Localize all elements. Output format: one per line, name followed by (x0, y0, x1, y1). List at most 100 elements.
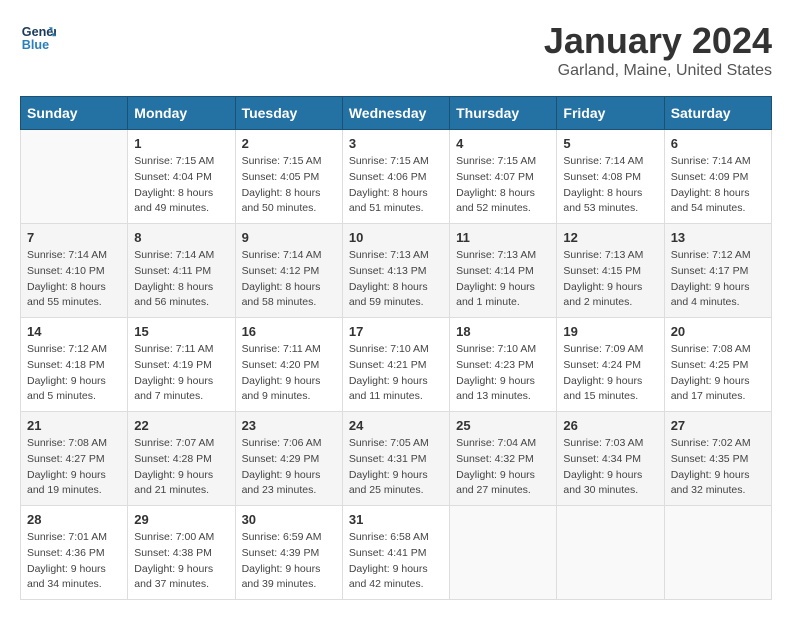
day-info: Sunrise: 7:10 AMSunset: 4:21 PMDaylight:… (349, 342, 443, 405)
week-row-2: 7 Sunrise: 7:14 AMSunset: 4:10 PMDaylight… (21, 224, 772, 318)
col-friday: Friday (557, 97, 664, 130)
day-cell: 23 Sunrise: 7:06 AMSunset: 4:29 PMDayligh… (235, 412, 342, 506)
day-cell: 24Sunrise: 7:05 AMSunset: 4:31 PMDayligh… (342, 412, 449, 506)
day-number: 9 (242, 230, 336, 245)
title-section: January 2024 Garland, Maine, United Stat… (544, 20, 772, 80)
day-cell: 28 Sunrise: 7:01 AMSunset: 4:36 PMDayligh… (21, 506, 128, 600)
day-number: 11 (456, 230, 550, 245)
week-row-1: 1 Sunrise: 7:15 AMSunset: 4:04 PMDaylight… (21, 130, 772, 224)
day-cell: 5Sunrise: 7:14 AMSunset: 4:08 PMDaylight… (557, 130, 664, 224)
day-cell (21, 130, 128, 224)
day-number: 24 (349, 418, 443, 433)
day-number: 18 (456, 324, 550, 339)
day-info: Sunrise: 7:14 AMSunset: 4:10 PMDaylight:… (27, 248, 121, 311)
day-cell (450, 506, 557, 600)
day-cell: 4Sunrise: 7:15 AMSunset: 4:07 PMDaylight… (450, 130, 557, 224)
week-row-3: 14 Sunrise: 7:12 AMSunset: 4:18 PMDayligh… (21, 318, 772, 412)
day-number: 31 (349, 512, 443, 527)
day-info: Sunrise: 7:09 AMSunset: 4:24 PMDaylight:… (563, 342, 657, 405)
col-thursday: Thursday (450, 97, 557, 130)
col-monday: Monday (128, 97, 235, 130)
day-number: 30 (242, 512, 336, 527)
col-wednesday: Wednesday (342, 97, 449, 130)
day-number: 14 (27, 324, 121, 339)
calendar-subtitle: Garland, Maine, United States (544, 62, 772, 80)
day-number: 6 (671, 136, 765, 151)
day-cell: 13Sunrise: 7:12 AMSunset: 4:17 PMDayligh… (664, 224, 771, 318)
day-cell: 14 Sunrise: 7:12 AMSunset: 4:18 PMDayligh… (21, 318, 128, 412)
day-cell: 26 Sunrise: 7:03 AMSunset: 4:34 PMDayligh… (557, 412, 664, 506)
day-cell: 3Sunrise: 7:15 AMSunset: 4:06 PMDaylight… (342, 130, 449, 224)
day-number: 27 (671, 418, 765, 433)
day-number: 10 (349, 230, 443, 245)
day-cell: 27 Sunrise: 7:02 AMSunset: 4:35 PMDayligh… (664, 412, 771, 506)
day-info: Sunrise: 7:12 AMSunset: 4:18 PMDaylight:… (27, 342, 121, 405)
day-number: 15 (134, 324, 228, 339)
day-number: 29 (134, 512, 228, 527)
day-info: Sunrise: 7:14 AMSunset: 4:11 PMDaylight:… (134, 248, 228, 311)
day-info: Sunrise: 7:15 AMSunset: 4:05 PMDaylight:… (242, 154, 336, 217)
day-info: Sunrise: 7:03 AMSunset: 4:34 PMDaylight:… (563, 436, 657, 499)
day-info: Sunrise: 7:04 AMSunset: 4:32 PMDaylight:… (456, 436, 550, 499)
day-number: 12 (563, 230, 657, 245)
calendar-title: January 2024 (544, 20, 772, 62)
day-info: Sunrise: 7:13 AMSunset: 4:13 PMDaylight:… (349, 248, 443, 311)
day-number: 22 (134, 418, 228, 433)
day-info: Sunrise: 7:02 AMSunset: 4:35 PMDaylight:… (671, 436, 765, 499)
day-cell: 10 Sunrise: 7:13 AMSunset: 4:13 PMDayligh… (342, 224, 449, 318)
day-info: Sunrise: 7:14 AMSunset: 4:08 PMDaylight:… (563, 154, 657, 217)
header: General Blue January 2024 Garland, Maine… (20, 20, 772, 80)
day-cell: 21Sunrise: 7:08 AMSunset: 4:27 PMDayligh… (21, 412, 128, 506)
day-cell: 31 Sunrise: 6:58 AMSunset: 4:41 PMDayligh… (342, 506, 449, 600)
day-cell: 9 Sunrise: 7:14 AMSunset: 4:12 PMDaylight… (235, 224, 342, 318)
day-cell (557, 506, 664, 600)
day-cell: 8Sunrise: 7:14 AMSunset: 4:11 PMDaylight… (128, 224, 235, 318)
day-cell: 18 Sunrise: 7:10 AMSunset: 4:23 PMDayligh… (450, 318, 557, 412)
day-number: 20 (671, 324, 765, 339)
day-info: Sunrise: 7:11 AMSunset: 4:20 PMDaylight:… (242, 342, 336, 405)
day-info: Sunrise: 7:07 AMSunset: 4:28 PMDaylight:… (134, 436, 228, 499)
day-info: Sunrise: 6:58 AMSunset: 4:41 PMDaylight:… (349, 530, 443, 593)
day-cell: 22 Sunrise: 7:07 AMSunset: 4:28 PMDayligh… (128, 412, 235, 506)
day-cell: 2Sunrise: 7:15 AMSunset: 4:05 PMDaylight… (235, 130, 342, 224)
day-number: 17 (349, 324, 443, 339)
col-saturday: Saturday (664, 97, 771, 130)
day-info: Sunrise: 6:59 AMSunset: 4:39 PMDaylight:… (242, 530, 336, 593)
day-cell: 15Sunrise: 7:11 AMSunset: 4:19 PMDayligh… (128, 318, 235, 412)
header-row: Sunday Monday Tuesday Wednesday Thursday… (21, 97, 772, 130)
day-number: 19 (563, 324, 657, 339)
day-info: Sunrise: 7:00 AMSunset: 4:38 PMDaylight:… (134, 530, 228, 593)
calendar-table: Sunday Monday Tuesday Wednesday Thursday… (20, 96, 772, 600)
day-number: 13 (671, 230, 765, 245)
day-number: 16 (242, 324, 336, 339)
day-number: 25 (456, 418, 550, 433)
day-info: Sunrise: 7:06 AMSunset: 4:29 PMDaylight:… (242, 436, 336, 499)
week-row-5: 28 Sunrise: 7:01 AMSunset: 4:36 PMDayligh… (21, 506, 772, 600)
day-number: 28 (27, 512, 121, 527)
logo: General Blue (20, 20, 56, 56)
day-cell (664, 506, 771, 600)
day-number: 26 (563, 418, 657, 433)
day-cell: 25 Sunrise: 7:04 AMSunset: 4:32 PMDayligh… (450, 412, 557, 506)
day-info: Sunrise: 7:01 AMSunset: 4:36 PMDaylight:… (27, 530, 121, 593)
day-info: Sunrise: 7:14 AMSunset: 4:12 PMDaylight:… (242, 248, 336, 311)
day-cell: 11 Sunrise: 7:13 AMSunset: 4:14 PMDayligh… (450, 224, 557, 318)
day-info: Sunrise: 7:15 AMSunset: 4:07 PMDaylight:… (456, 154, 550, 217)
day-info: Sunrise: 7:08 AMSunset: 4:25 PMDaylight:… (671, 342, 765, 405)
col-tuesday: Tuesday (235, 97, 342, 130)
logo-icon: General Blue (20, 20, 56, 56)
day-info: Sunrise: 7:13 AMSunset: 4:14 PMDaylight:… (456, 248, 550, 311)
day-cell: 30 Sunrise: 6:59 AMSunset: 4:39 PMDayligh… (235, 506, 342, 600)
day-cell: 1 Sunrise: 7:15 AMSunset: 4:04 PMDaylight… (128, 130, 235, 224)
day-number: 7 (27, 230, 121, 245)
day-number: 1 (134, 136, 228, 151)
day-cell: 19 Sunrise: 7:09 AMSunset: 4:24 PMDayligh… (557, 318, 664, 412)
day-number: 23 (242, 418, 336, 433)
day-info: Sunrise: 7:10 AMSunset: 4:23 PMDaylight:… (456, 342, 550, 405)
col-sunday: Sunday (21, 97, 128, 130)
day-info: Sunrise: 7:14 AMSunset: 4:09 PMDaylight:… (671, 154, 765, 217)
day-cell: 20 Sunrise: 7:08 AMSunset: 4:25 PMDayligh… (664, 318, 771, 412)
day-cell: 12Sunrise: 7:13 AMSunset: 4:15 PMDayligh… (557, 224, 664, 318)
week-row-4: 21Sunrise: 7:08 AMSunset: 4:27 PMDayligh… (21, 412, 772, 506)
day-info: Sunrise: 7:15 AMSunset: 4:04 PMDaylight:… (134, 154, 228, 217)
